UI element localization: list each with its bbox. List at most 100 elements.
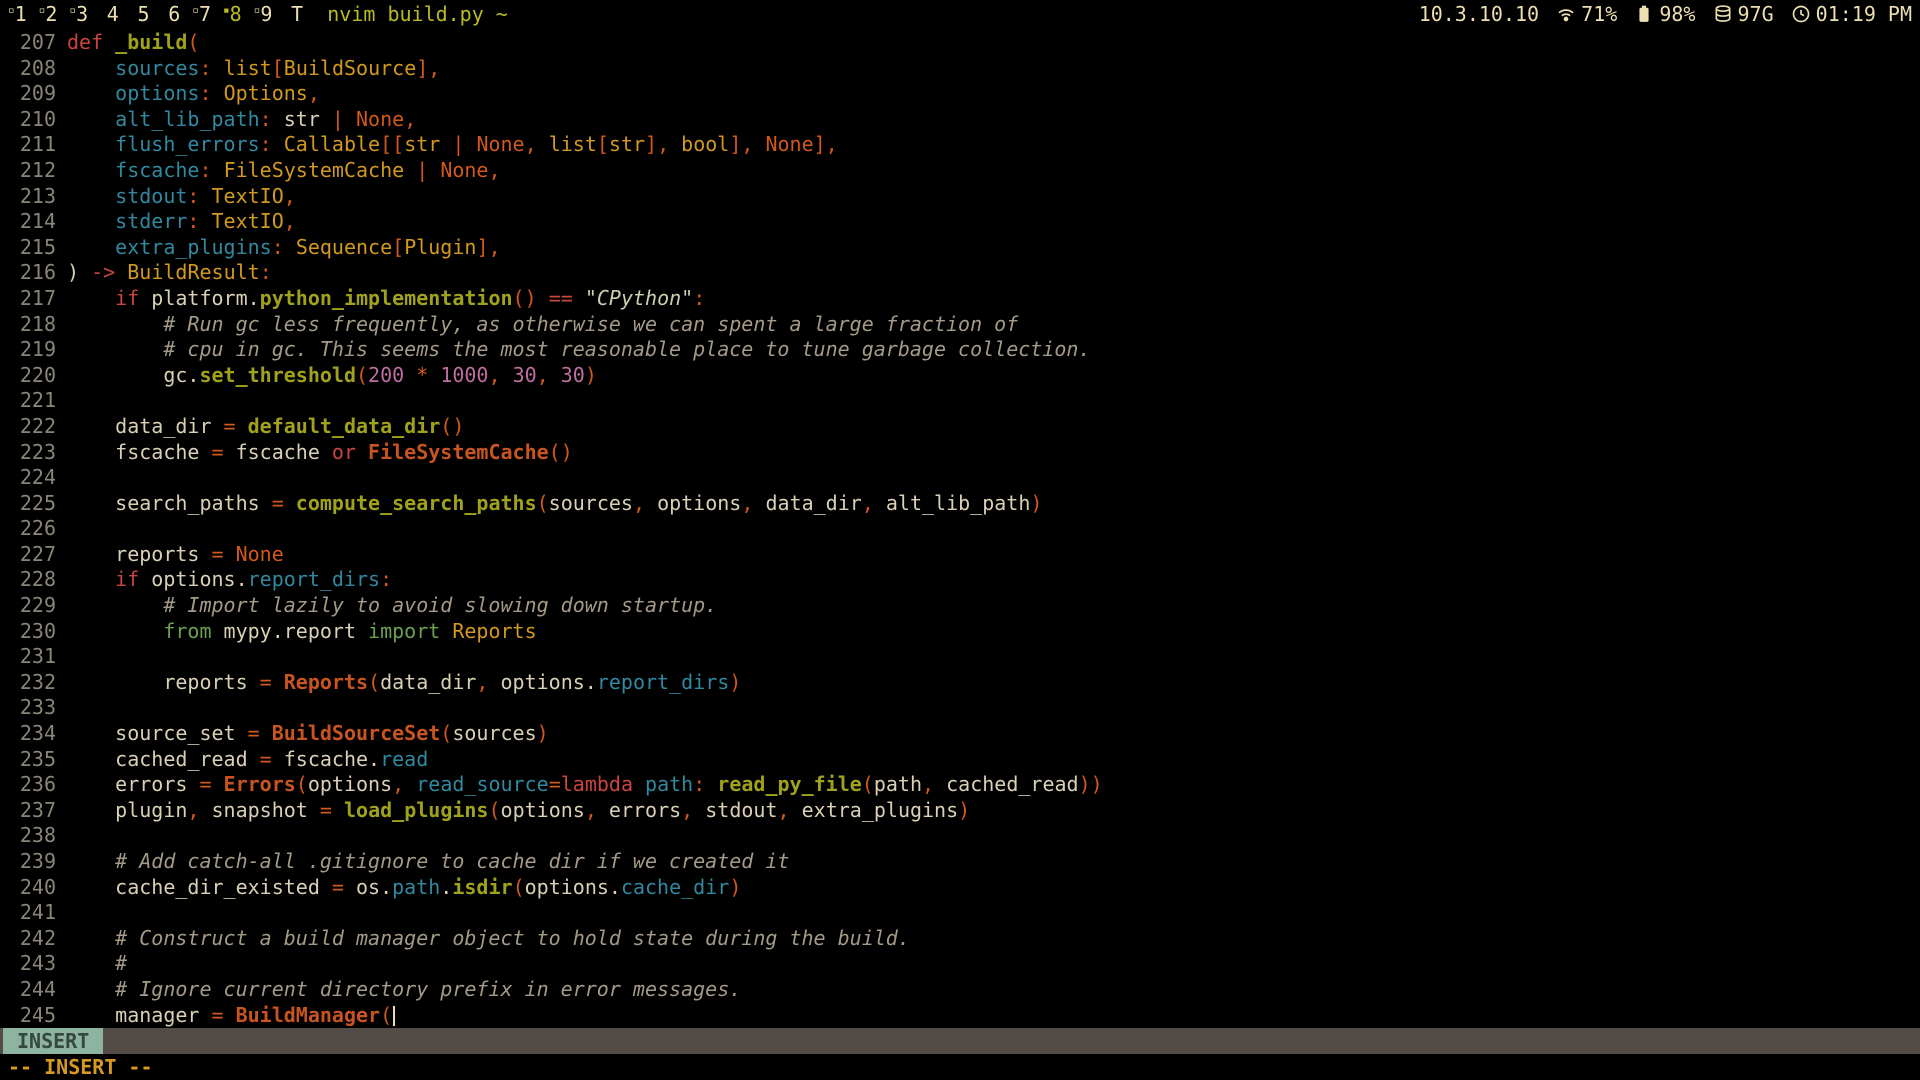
code-line-215[interactable]: 215 extra_plugins: Sequence[Plugin], — [8, 235, 1920, 261]
code-text: reports = None — [67, 542, 284, 568]
line-number: 214 — [8, 209, 67, 235]
code-line-236[interactable]: 236 errors = Errors(options, read_source… — [8, 772, 1920, 798]
code-line-241[interactable]: 241 — [8, 900, 1920, 926]
code-line-208[interactable]: 208 sources: list[BuildSource], — [8, 56, 1920, 82]
code-line-231[interactable]: 231 — [8, 644, 1920, 670]
code-line-212[interactable]: 212 fscache: FileSystemCache | None, — [8, 158, 1920, 184]
code-text: # Import lazily to avoid slowing down st… — [67, 593, 717, 619]
code-text: data_dir = default_data_dir() — [67, 414, 464, 440]
tmux-window-6[interactable]: 6 — [162, 2, 193, 26]
code-line-235[interactable]: 235 cached_read = fscache.read — [8, 747, 1920, 773]
line-number: 233 — [8, 695, 67, 721]
code-text: # cpu in gc. This seems the most reasona… — [67, 337, 1091, 363]
code-line-228[interactable]: 228 if options.report_dirs: — [8, 567, 1920, 593]
code-line-224[interactable]: 224 — [8, 465, 1920, 491]
code-line-244[interactable]: 244 # Ignore current directory prefix in… — [8, 977, 1920, 1003]
vim-statusline: INSERT — [0, 1028, 1920, 1054]
wifi-icon — [1556, 4, 1576, 24]
active-window-marker: ▪ — [223, 3, 230, 16]
battery-icon — [1634, 4, 1654, 24]
line-number: 237 — [8, 798, 67, 824]
line-number: 216 — [8, 260, 67, 286]
tmux-window-1[interactable]: ▫1 — [8, 2, 39, 26]
code-line-223[interactable]: 223 fscache = fscache or FileSystemCache… — [8, 440, 1920, 466]
code-text: source_set = BuildSourceSet(sources) — [67, 721, 549, 747]
tmux-window-T[interactable]: T — [284, 2, 315, 26]
disk-icon — [1713, 4, 1733, 24]
code-text: plugin, snapshot = load_plugins(options,… — [67, 798, 970, 824]
code-line-207[interactable]: 207def _build( — [8, 30, 1920, 56]
no-marker — [100, 3, 107, 16]
code-line-219[interactable]: 219 # cpu in gc. This seems the most rea… — [8, 337, 1920, 363]
tmux-window-7[interactable]: ▫7 — [192, 2, 223, 26]
disk-usage: 97G — [1738, 2, 1774, 26]
code-line-210[interactable]: 210 alt_lib_path: str | None, — [8, 107, 1920, 133]
line-number: 211 — [8, 132, 67, 158]
window-marker: ▫ — [192, 3, 199, 16]
code-text: alt_lib_path: str | None, — [67, 107, 416, 133]
line-number: 213 — [8, 184, 67, 210]
line-number: 242 — [8, 926, 67, 952]
line-number: 209 — [8, 81, 67, 107]
mode-badge: INSERT — [3, 1028, 103, 1054]
code-line-218[interactable]: 218 # Run gc less frequently, as otherwi… — [8, 312, 1920, 338]
code-line-214[interactable]: 214 stderr: TextIO, — [8, 209, 1920, 235]
line-number: 222 — [8, 414, 67, 440]
line-number: 207 — [8, 30, 67, 56]
code-line-240[interactable]: 240 cache_dir_existed = os.path.isdir(op… — [8, 875, 1920, 901]
line-number: 239 — [8, 849, 67, 875]
code-text: # Construct a build manager object to ho… — [67, 926, 910, 952]
line-number: 234 — [8, 721, 67, 747]
tmux-window-4[interactable]: 4 — [100, 2, 131, 26]
code-line-242[interactable]: 242 # Construct a build manager object t… — [8, 926, 1920, 952]
code-text: ) -> BuildResult: — [67, 260, 272, 286]
editor-buffer[interactable]: 207def _build(208 sources: list[BuildSou… — [0, 30, 1920, 1028]
code-text: errors = Errors(options, read_source=lam… — [67, 772, 1103, 798]
code-line-232[interactable]: 232 reports = Reports(data_dir, options.… — [8, 670, 1920, 696]
code-line-238[interactable]: 238 — [8, 823, 1920, 849]
code-text: # Ignore current directory prefix in err… — [67, 977, 741, 1003]
tmux-window-5[interactable]: 5 — [131, 2, 162, 26]
code-line-239[interactable]: 239 # Add catch-all .gitignore to cache … — [8, 849, 1920, 875]
tmux-window-9[interactable]: ▫9 — [254, 2, 285, 26]
code-line-221[interactable]: 221 — [8, 388, 1920, 414]
code-line-237[interactable]: 237 plugin, snapshot = load_plugins(opti… — [8, 798, 1920, 824]
tmux-window-8[interactable]: ▪8 — [223, 2, 254, 26]
code-text: # — [67, 951, 127, 977]
code-line-230[interactable]: 230 from mypy.report import Reports — [8, 619, 1920, 645]
code-line-234[interactable]: 234 source_set = BuildSourceSet(sources) — [8, 721, 1920, 747]
code-text: manager = BuildManager( — [67, 1003, 395, 1029]
code-line-222[interactable]: 222 data_dir = default_data_dir() — [8, 414, 1920, 440]
code-text: stdout: TextIO, — [67, 184, 296, 210]
code-line-225[interactable]: 225 search_paths = compute_search_paths(… — [8, 491, 1920, 517]
tmux-status-bar: ▫1 ▫2 ▫3 4 5 6 ▫7 ▪8 ▫9 T nvim build.py … — [0, 0, 1920, 28]
code-line-229[interactable]: 229 # Import lazily to avoid slowing dow… — [8, 593, 1920, 619]
no-marker — [131, 3, 138, 16]
code-text: extra_plugins: Sequence[Plugin], — [67, 235, 501, 261]
code-line-243[interactable]: 243 # — [8, 951, 1920, 977]
tmux-window-list: ▫1 ▫2 ▫3 4 5 6 ▫7 ▪8 ▫9 T nvim build.py … — [8, 2, 508, 26]
text-cursor — [393, 1006, 395, 1026]
code-line-211[interactable]: 211 flush_errors: Callable[[str | None, … — [8, 132, 1920, 158]
code-text: gc.set_threshold(200 * 1000, 30, 30) — [67, 363, 597, 389]
code-line-216[interactable]: 216) -> BuildResult: — [8, 260, 1920, 286]
code-text: if options.report_dirs: — [67, 567, 392, 593]
code-text: reports = Reports(data_dir, options.repo… — [67, 670, 741, 696]
tmux-window-3[interactable]: ▫3 — [69, 2, 100, 26]
line-number: 241 — [8, 900, 67, 926]
line-number: 238 — [8, 823, 67, 849]
code-line-227[interactable]: 227 reports = None — [8, 542, 1920, 568]
code-line-226[interactable]: 226 — [8, 516, 1920, 542]
line-number: 240 — [8, 875, 67, 901]
ip-address: 10.3.10.10 — [1419, 2, 1539, 26]
code-line-220[interactable]: 220 gc.set_threshold(200 * 1000, 30, 30) — [8, 363, 1920, 389]
code-line-217[interactable]: 217 if platform.python_implementation() … — [8, 286, 1920, 312]
code-line-233[interactable]: 233 — [8, 695, 1920, 721]
line-number: 217 — [8, 286, 67, 312]
code-line-245[interactable]: 245 manager = BuildManager( — [8, 1003, 1920, 1029]
code-line-209[interactable]: 209 options: Options, — [8, 81, 1920, 107]
battery-percent: 98% — [1659, 2, 1695, 26]
tmux-window-2[interactable]: ▫2 — [39, 2, 70, 26]
code-line-213[interactable]: 213 stdout: TextIO, — [8, 184, 1920, 210]
window-marker: ▫ — [8, 3, 15, 16]
